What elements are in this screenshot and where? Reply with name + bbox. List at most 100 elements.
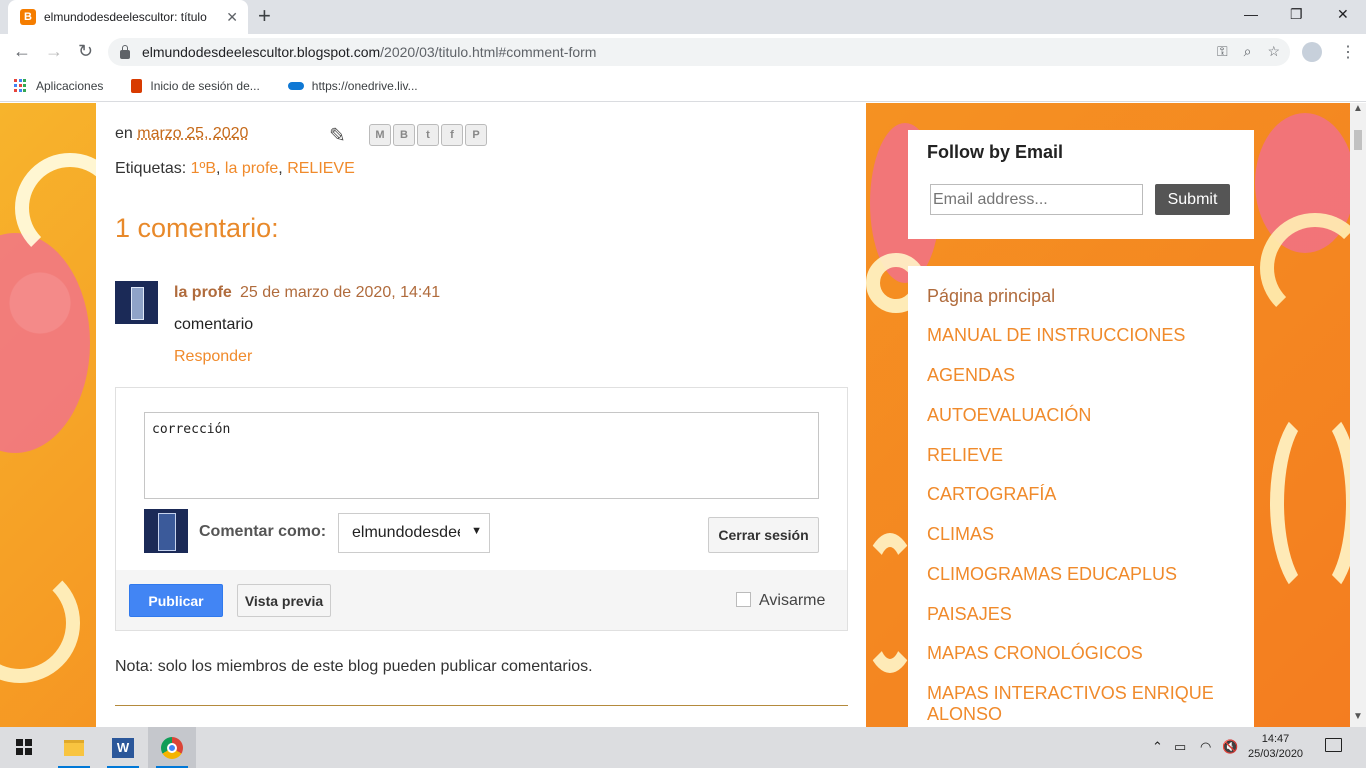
windows-taskbar: W ⌃ ▭ ◠ 🔇 14:47 25/03/2020: [0, 727, 1366, 768]
page-link[interactable]: AUTOEVALUACIÓN: [927, 405, 1237, 426]
apps-grid-icon: [14, 78, 28, 93]
facebook-share-icon[interactable]: f: [441, 124, 463, 146]
back-icon[interactable]: ←: [13, 41, 31, 61]
comment-author[interactable]: la profe: [174, 284, 232, 302]
bookmark-label: https://onedrive.liv...: [311, 78, 418, 93]
follow-by-email-widget: Follow by Email Submit: [908, 130, 1254, 239]
bookmark-label: Inicio de sesión de...: [150, 78, 260, 93]
post-labels: Etiquetas: 1ºB, la profe, RELIEVE: [115, 160, 355, 177]
minimize-icon[interactable]: —: [1244, 6, 1258, 22]
email-share-icon[interactable]: M: [369, 124, 391, 146]
page-link[interactable]: MANUAL DE INSTRUCCIONES: [927, 325, 1237, 346]
browser-menu-icon[interactable]: ⋮: [1340, 42, 1356, 62]
restore-icon[interactable]: ❐: [1290, 6, 1303, 23]
notifications-icon[interactable]: [1325, 738, 1342, 752]
reply-link[interactable]: Responder: [174, 348, 252, 366]
reload-icon[interactable]: ↻: [78, 41, 93, 61]
background-swirl: [1270, 403, 1350, 603]
page-link[interactable]: CLIMAS: [927, 524, 1237, 545]
comment-form: corrección Comentar como: elmundodesdeel…: [115, 387, 848, 631]
bookmarks-bar: Aplicaciones Inicio de sesión de... http…: [0, 70, 1366, 102]
lock-icon[interactable]: [120, 44, 130, 59]
publish-button[interactable]: Publicar: [129, 584, 223, 617]
submit-button[interactable]: Submit: [1155, 184, 1230, 215]
windows-start-icon[interactable]: [16, 739, 32, 755]
battery-icon[interactable]: ▭: [1174, 739, 1186, 755]
page-link[interactable]: Página principal: [927, 286, 1237, 307]
show-hidden-icons-icon[interactable]: ⌃: [1152, 739, 1163, 755]
comment-textarea[interactable]: corrección: [144, 412, 819, 499]
page-link[interactable]: PAISAJES: [927, 604, 1237, 625]
notify-checkbox[interactable]: [736, 592, 751, 607]
comment-author-avatar[interactable]: [115, 281, 158, 324]
comments-title: 1 comentario:: [115, 213, 279, 243]
divider: [115, 705, 848, 706]
blogger-share-icon[interactable]: B: [393, 124, 415, 146]
label-link[interactable]: la profe: [225, 160, 278, 177]
chrome-button[interactable]: [148, 727, 196, 768]
page-link[interactable]: MAPAS INTERACTIVOS ENRIQUE ALONSO: [927, 683, 1237, 725]
comment-date[interactable]: 25 de marzo de 2020, 14:41: [240, 284, 440, 302]
wifi-icon[interactable]: ◠: [1200, 739, 1211, 755]
scroll-thumb[interactable]: [1354, 130, 1362, 150]
email-input[interactable]: [930, 184, 1143, 215]
label-link[interactable]: RELIEVE: [287, 160, 355, 177]
file-explorer-button[interactable]: [50, 727, 98, 768]
bookmark-star-icon[interactable]: ☆: [1267, 43, 1280, 60]
pages-widget: Página principal MANUAL DE INSTRUCCIONES…: [908, 266, 1254, 727]
comment-form-footer: Publicar Vista previa Avisarme: [116, 570, 847, 630]
bookmark-apps[interactable]: Aplicaciones: [14, 78, 104, 93]
browser-tab[interactable]: B elmundodesdeelescultor: título ✕: [8, 0, 248, 34]
volume-muted-icon[interactable]: 🔇: [1222, 739, 1238, 755]
address-bar[interactable]: elmundodesdeelescultor.blogspot.com/2020…: [108, 38, 1290, 66]
forward-icon[interactable]: →: [45, 41, 63, 61]
notify-label[interactable]: Avisarme: [759, 592, 825, 610]
page-link[interactable]: CARTOGRAFÍA: [927, 484, 1237, 505]
clock-time: 14:47: [1261, 733, 1290, 745]
close-tab-icon[interactable]: ✕: [226, 9, 238, 25]
members-only-note: Nota: solo los miembros de este blog pue…: [115, 658, 593, 675]
page-link[interactable]: MAPAS CRONOLÓGICOS: [927, 643, 1237, 664]
page-link[interactable]: RELIEVE: [927, 445, 1237, 466]
bookmark-label: Aplicaciones: [36, 78, 104, 93]
pinterest-share-icon[interactable]: P: [465, 124, 487, 146]
word-icon: W: [112, 737, 134, 758]
bookmark-onedrive[interactable]: https://onedrive.liv...: [287, 78, 418, 93]
new-tab-button[interactable]: +: [258, 5, 271, 27]
onedrive-cloud-icon: [287, 81, 304, 90]
scroll-down-icon[interactable]: ▼: [1353, 711, 1363, 722]
edit-pencil-icon[interactable]: ✎: [329, 123, 346, 148]
blog-page: en marzo 25, 2020 ✎ M B t f P Etiquetas:…: [0, 103, 1350, 727]
tab-title: elmundodesdeelescultor: título: [44, 10, 207, 24]
background-decoration: [0, 233, 90, 453]
post-date-line: en marzo 25, 2020: [115, 125, 249, 142]
key-icon[interactable]: ⚿: [1217, 43, 1228, 60]
label-link[interactable]: 1ºB: [191, 160, 216, 177]
background-swirl: [0, 563, 80, 683]
page-scrollbar[interactable]: ▲ ▼: [1350, 103, 1366, 727]
window-close-icon[interactable]: ✕: [1337, 6, 1349, 23]
twitter-share-icon[interactable]: t: [417, 124, 439, 146]
commenter-avatar: [144, 509, 188, 553]
post-date-link[interactable]: marzo 25, 2020: [137, 125, 248, 142]
preview-button[interactable]: Vista previa: [237, 584, 331, 617]
profile-avatar[interactable]: [1302, 42, 1322, 62]
comment-body: comentario: [174, 316, 254, 333]
comment-as-value: elmundodesdeelescultor: [352, 524, 460, 541]
clock-date: 25/03/2020: [1248, 748, 1304, 760]
page-link[interactable]: AGENDAS: [927, 365, 1237, 386]
taskbar-clock[interactable]: 14:47 25/03/2020: [1248, 732, 1303, 762]
word-button[interactable]: W: [99, 727, 147, 768]
logout-button[interactable]: Cerrar sesión: [708, 517, 819, 553]
chrome-icon: [161, 736, 183, 759]
url-text[interactable]: elmundodesdeelescultor.blogspot.com/2020…: [142, 44, 596, 60]
post-column: en marzo 25, 2020 ✎ M B t f P Etiquetas:…: [96, 103, 866, 727]
folder-icon: [64, 739, 84, 756]
comment-as-label: Comentar como:: [199, 523, 327, 540]
bookmark-office[interactable]: Inicio de sesión de...: [131, 78, 260, 93]
browser-toolbar: ← → ↻ elmundodesdeelescultor.blogspot.co…: [0, 34, 1366, 70]
comment-as-select[interactable]: elmundodesdeelescultor ▼: [338, 513, 490, 553]
page-link[interactable]: CLIMOGRAMAS EDUCAPLUS: [927, 564, 1237, 585]
zoom-icon[interactable]: ⌕: [1244, 43, 1252, 60]
scroll-up-icon[interactable]: ▲: [1353, 103, 1363, 114]
